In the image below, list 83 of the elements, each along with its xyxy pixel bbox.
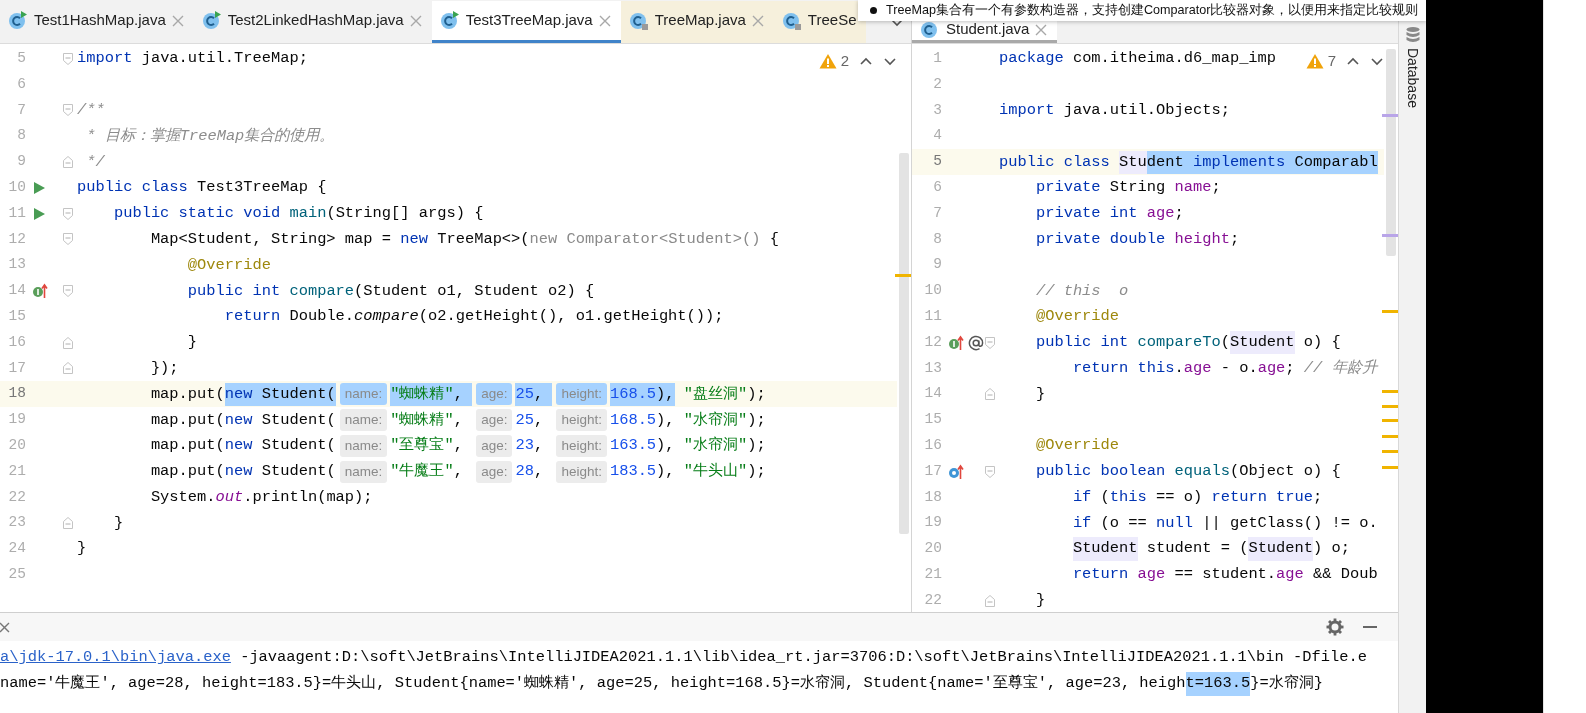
code-line: /** xyxy=(76,99,105,121)
line-number: 5 xyxy=(16,49,26,68)
line-number: 23 xyxy=(7,513,26,533)
code-line: map.put(new Student( name: "蜘蛛精", age: 25, height: 168.5), "盘丝洞"); xyxy=(76,381,766,408)
code-line: return Double.compare(o2.getHeight(), o1.getHeight()); xyxy=(223,306,724,328)
code-line: import java.util.Objects; xyxy=(998,99,1230,121)
code-line: // this o xyxy=(1034,280,1129,302)
line-number: 1 xyxy=(932,49,942,68)
line-number: 13 xyxy=(7,255,26,275)
code-line: map.put(new Student( name: "至尊宝", age: 23, height: 163.5), "水帘洞"); xyxy=(149,433,766,459)
line-number: 14 xyxy=(923,384,942,404)
line-number: 13 xyxy=(923,358,942,378)
line-number: 12 xyxy=(923,332,942,352)
code-line: map.put(new Student( name: "牛魔王", age: 28, height: 183.5), "牛头山"); xyxy=(149,459,766,485)
code-line: Map<Student, String> map = new TreeMap<>(new Comparator<Student>() { xyxy=(149,228,779,250)
line-number: 17 xyxy=(7,358,26,378)
code-line: public int compareTo(Student o) { xyxy=(998,329,1341,356)
line-number: 19 xyxy=(923,513,942,533)
line-number: 12 xyxy=(7,229,26,249)
line-number: 17 xyxy=(923,461,942,481)
code-line: }); xyxy=(149,357,179,379)
tooltip-text: TreeMap集合有一个有参数构造器，支持创建Comparator比较器对象，以便用来指定比较规则 xyxy=(886,2,1419,20)
line-number: 3 xyxy=(932,100,942,120)
line-number: 16 xyxy=(7,332,26,352)
warning-count: 7 xyxy=(1327,51,1336,71)
code-line: import java.util.TreeMap; xyxy=(76,48,308,70)
line-number: 11 xyxy=(923,307,942,326)
code-line: * 目标：掌握TreeMap集合的使用。 xyxy=(85,125,335,147)
line-number: 19 xyxy=(7,410,26,430)
code-line: private String name; xyxy=(1034,177,1221,199)
code-line: @Override xyxy=(1034,306,1120,328)
code-line: map.put(new Student( name: "蜘蛛精", age: 25, height: 168.5), "水帘洞"); xyxy=(76,407,766,433)
code-line: System.out.println(map); xyxy=(149,486,373,508)
code-line: Student student = (Student) o; xyxy=(998,536,1350,562)
console-line: a\jdk-17.0.1\bin\java.exe -javaagent:D:\soft\JetBrains\IntelliJIDEA2021.1.1\lib\idea_rt.jar=3706:D:\soft\JetBrains\IntelliJIDEA2021.1.1\bin -Dfile.e xyxy=(0,645,1398,671)
line-number: 6 xyxy=(932,178,942,197)
line-number: 7 xyxy=(16,100,26,120)
code-line: package com.itheima.d6_map_imp xyxy=(998,48,1277,70)
code-line: } xyxy=(76,538,87,560)
line-number: 21 xyxy=(923,564,942,584)
code-line: if (this == o) return true; xyxy=(1071,486,1323,508)
code-line: */ xyxy=(85,151,105,173)
line-number: 20 xyxy=(923,539,942,559)
line-number: 8 xyxy=(16,126,26,146)
code-line: } xyxy=(112,512,124,534)
code-line: private int age; xyxy=(1034,203,1184,225)
line-number: 20 xyxy=(7,435,26,455)
line-number: 2 xyxy=(932,74,942,94)
code-line: } xyxy=(186,332,198,354)
line-number: 22 xyxy=(7,487,26,507)
line-number: 9 xyxy=(16,152,26,172)
code-line: } xyxy=(1034,383,1046,405)
line-number: 11 xyxy=(7,203,26,223)
line-number: 10 xyxy=(923,281,942,301)
code-line: if (o == null || getClass() != o. xyxy=(1071,512,1378,534)
line-number: 10 xyxy=(7,178,26,197)
code-line: return this.age - o.age; // 年龄升 xyxy=(1071,357,1377,379)
console-line: name='牛魔王', age=28, height=183.5}=牛头山, Student{name='蜘蛛精', age=25, height=168.5}=水帘洞, Student{name='至尊宝', age=23, height=163.5}=水帘洞} xyxy=(0,671,1398,697)
line-number: 7 xyxy=(932,203,942,223)
code-line: public class Student implements Comparabl xyxy=(998,149,1378,175)
line-number: 16 xyxy=(923,435,942,455)
line-number: 18 xyxy=(923,487,942,507)
line-number: 25 xyxy=(7,564,26,584)
line-number: 22 xyxy=(923,590,942,610)
code-line: public int compare(Student o1, Student o2) { xyxy=(186,280,595,302)
code-line: @Override xyxy=(1034,435,1120,457)
code-line: public boolean equals(Object o) { xyxy=(1034,461,1341,483)
code-line: return age == student.age && Doub xyxy=(1071,564,1378,586)
code-line: public static void main(String[] args) { xyxy=(112,203,484,225)
line-number: 4 xyxy=(932,126,942,146)
line-number: 6 xyxy=(16,74,26,94)
code-line: public class Test3TreeMap { xyxy=(76,177,327,199)
code-line: private double height; xyxy=(1034,228,1240,250)
code-line: @Override xyxy=(186,254,271,276)
warning-count: 2 xyxy=(840,51,849,71)
line-number: 21 xyxy=(7,461,26,481)
line-number: 14 xyxy=(7,281,26,301)
line-number: 8 xyxy=(932,229,942,249)
line-number: 15 xyxy=(923,410,942,430)
line-number: 24 xyxy=(7,539,26,559)
line-number: 9 xyxy=(932,255,942,275)
line-number: 15 xyxy=(7,307,26,326)
code-line: } xyxy=(1034,590,1046,612)
